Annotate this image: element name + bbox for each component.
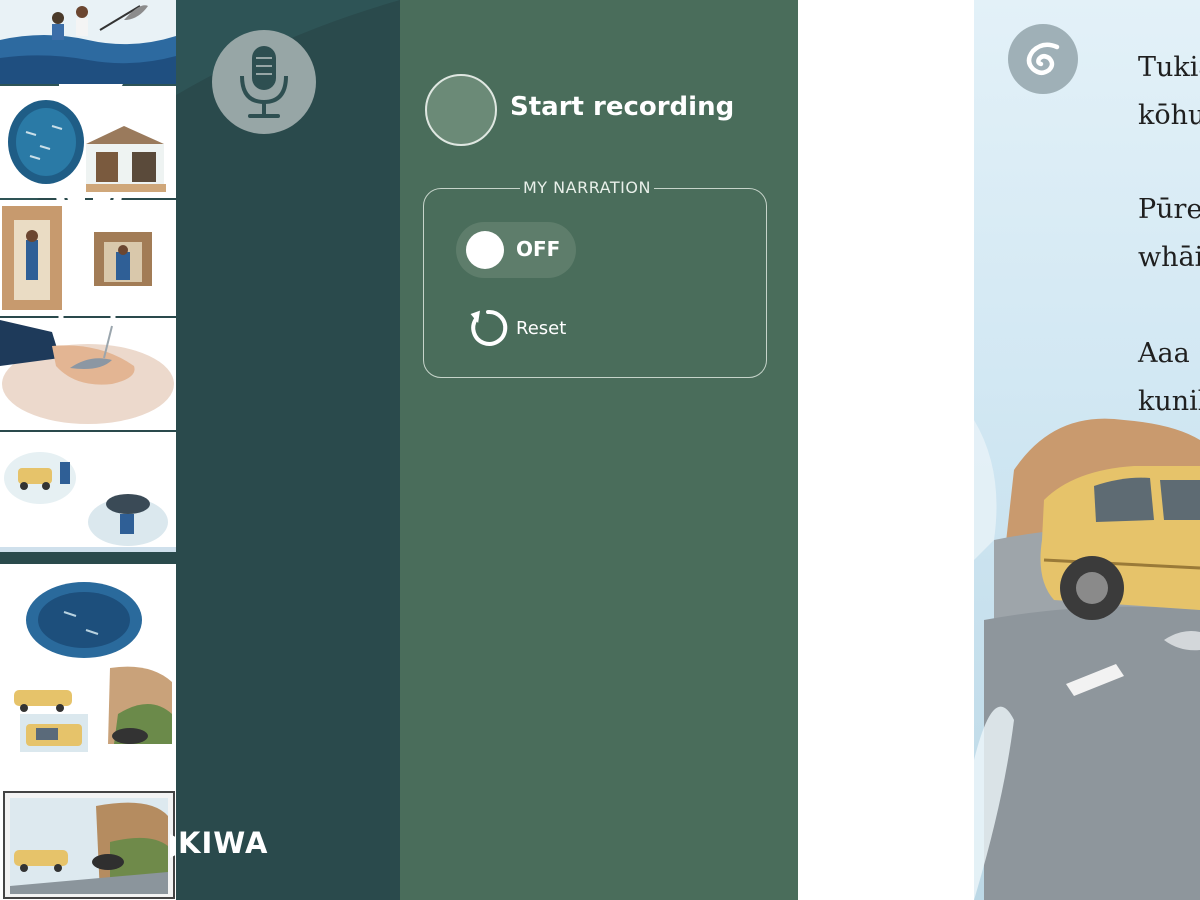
thumbnail-page-6[interactable] xyxy=(0,564,176,786)
koru-swirl-icon xyxy=(1026,42,1060,75)
start-recording-label[interactable]: Start recording xyxy=(510,92,734,122)
story-page xyxy=(974,0,1200,900)
thumbnail-image xyxy=(0,432,176,552)
thumbnail-image xyxy=(0,0,176,84)
story-line-6: kunik xyxy=(1138,386,1200,417)
story-illustration xyxy=(974,0,1200,900)
record-button[interactable] xyxy=(425,74,497,146)
narration-toggle[interactable]: OFF xyxy=(456,222,576,278)
toggle-label: OFF xyxy=(516,237,561,261)
thumbnail-image xyxy=(0,200,176,316)
selected-pointer-icon xyxy=(170,834,176,858)
story-line-4: whāi xyxy=(1138,242,1200,273)
brand-name: KIWA xyxy=(178,826,269,860)
thumbnail-page-2[interactable] xyxy=(0,86,176,198)
story-line-5: Aaa xyxy=(1138,338,1190,369)
thumbnail-page-4[interactable] xyxy=(0,318,176,430)
thumbnail-image xyxy=(0,564,176,786)
toggle-knob xyxy=(466,231,504,269)
thumbnail-page-7-selected[interactable] xyxy=(0,786,176,900)
reset-icon xyxy=(470,309,508,346)
thumbnail-page-1[interactable] xyxy=(0,0,176,84)
story-line-2: kōhu xyxy=(1138,100,1200,131)
reset-label: Reset xyxy=(516,317,567,339)
thumbnail-image xyxy=(0,318,176,430)
microphone-button[interactable] xyxy=(212,30,316,134)
thumbnail-page-3[interactable] xyxy=(0,200,176,316)
thumbnail-image xyxy=(0,786,176,900)
reset-button[interactable]: Reset xyxy=(466,306,566,350)
thumbnail-page-5[interactable] xyxy=(0,432,176,552)
microphone-icon xyxy=(240,46,288,118)
audio-swirl-button[interactable] xyxy=(1008,24,1078,94)
narration-legend: MY NARRATION xyxy=(520,178,654,197)
story-line-3: Pūre xyxy=(1138,194,1200,225)
story-line-1: Tukia xyxy=(1138,52,1200,83)
page-thumbnails xyxy=(798,0,974,900)
thumbnail-image xyxy=(0,86,176,198)
